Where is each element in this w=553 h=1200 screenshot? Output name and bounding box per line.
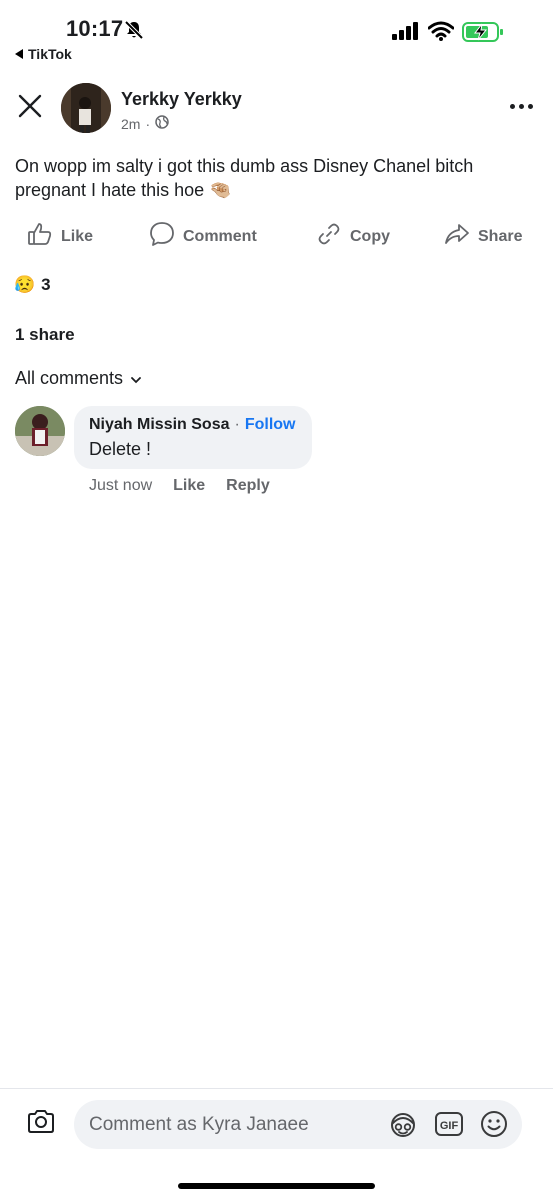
follow-button[interactable]: Follow bbox=[245, 416, 296, 434]
share-button[interactable]: Share bbox=[444, 221, 522, 252]
avatar-sticker-icon[interactable] bbox=[388, 1110, 418, 1145]
globe-icon bbox=[155, 115, 169, 132]
chevron-down-icon bbox=[131, 368, 141, 389]
comments-filter-dropdown[interactable]: All comments bbox=[15, 368, 141, 389]
separator-dot: · bbox=[234, 416, 240, 433]
share-label: Share bbox=[478, 227, 523, 245]
emoji-icon[interactable] bbox=[479, 1109, 509, 1144]
gif-icon[interactable]: GIF bbox=[434, 1109, 464, 1144]
like-button[interactable]: Like bbox=[27, 221, 93, 252]
copy-button[interactable]: Copy bbox=[316, 221, 390, 252]
comment-bubble-icon bbox=[149, 221, 175, 252]
commenter-avatar[interactable] bbox=[15, 406, 65, 456]
status-time: 10:17 bbox=[66, 16, 124, 41]
reaction-summary[interactable]: 😥 3 bbox=[14, 275, 51, 295]
comment-button[interactable]: Comment bbox=[149, 221, 257, 252]
camera-icon[interactable] bbox=[26, 1108, 56, 1141]
comment-like-button[interactable]: Like bbox=[173, 477, 205, 495]
comment-actions: Just now Like Reply bbox=[89, 477, 270, 495]
back-app-label: TikTok bbox=[28, 46, 72, 62]
post-meta: 2m · bbox=[121, 115, 169, 132]
thumbs-up-icon bbox=[27, 221, 53, 252]
battery-charging-icon bbox=[462, 22, 504, 47]
comment-label: Comment bbox=[183, 227, 257, 245]
wifi-icon bbox=[427, 21, 455, 46]
home-indicator[interactable] bbox=[178, 1183, 375, 1189]
comment-text: Delete ! bbox=[89, 439, 152, 459]
author-avatar[interactable] bbox=[61, 83, 111, 133]
share-arrow-icon bbox=[444, 221, 470, 252]
copy-label: Copy bbox=[350, 227, 390, 245]
bell-muted-icon bbox=[124, 20, 144, 45]
close-icon[interactable] bbox=[18, 94, 42, 123]
commenter-name[interactable]: Niyah Missin Sosa bbox=[89, 416, 230, 434]
link-icon bbox=[316, 221, 342, 252]
gif-label: GIF bbox=[440, 1120, 459, 1132]
back-to-app-link[interactable]: TikTok bbox=[15, 46, 72, 62]
comment-reply-button[interactable]: Reply bbox=[226, 477, 270, 495]
post-text: On wopp im salty i got this dumb ass Dis… bbox=[15, 156, 474, 200]
back-arrow-icon bbox=[15, 46, 24, 62]
comment-header: Niyah Missin Sosa · Follow bbox=[89, 416, 295, 434]
post-time: 2m bbox=[121, 115, 141, 132]
author-name[interactable]: Yerkky Yerkky bbox=[121, 89, 242, 110]
comments-filter-label: All comments bbox=[15, 368, 124, 388]
like-label: Like bbox=[61, 227, 94, 245]
share-count[interactable]: 1 share bbox=[15, 325, 75, 345]
divider bbox=[0, 1088, 553, 1089]
more-options-icon[interactable] bbox=[510, 104, 533, 109]
comment-input-placeholder: Comment as Kyra Janaee bbox=[89, 1114, 309, 1135]
comment-time: Just now bbox=[89, 477, 153, 494]
sad-reaction-emoji: 😥 bbox=[14, 275, 36, 294]
signal-icon bbox=[392, 22, 420, 45]
reaction-count: 3 bbox=[41, 275, 51, 294]
